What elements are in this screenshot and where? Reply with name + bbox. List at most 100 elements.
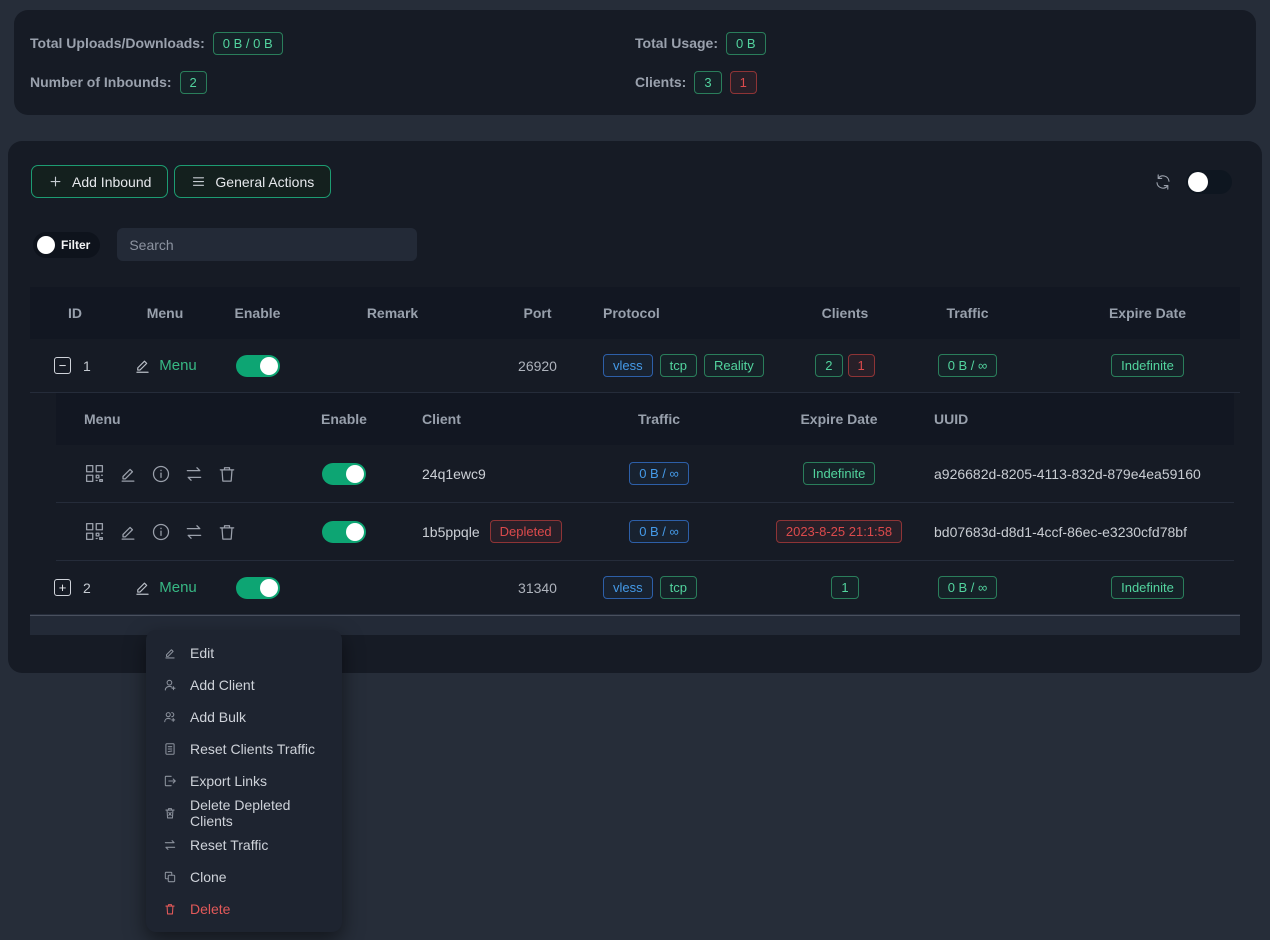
menu-item-edit[interactable]: Edit <box>146 637 342 669</box>
stat-number-of-inbounds: Number of Inbounds: 2 <box>30 71 635 94</box>
inbound-menu-label: Menu <box>159 357 197 374</box>
clients-badges: 2 1 <box>815 354 874 377</box>
refresh-button[interactable] <box>1154 173 1172 191</box>
reset-arrows-icon <box>184 464 204 484</box>
qrcode-icon <box>84 463 105 484</box>
trash-icon <box>163 902 177 916</box>
search-row: Filter <box>33 228 1262 261</box>
client-info-button[interactable] <box>151 464 171 484</box>
client-expire-badge: Indefinite <box>803 462 876 485</box>
add-inbound-button[interactable]: Add Inbound <box>31 165 168 198</box>
reset-client-traffic-button[interactable] <box>184 522 204 542</box>
inbound-port: 31340 <box>480 580 595 596</box>
edit-icon <box>118 522 138 542</box>
qrcode-icon <box>84 521 105 542</box>
filter-label: Filter <box>61 238 90 252</box>
delete-client-button[interactable] <box>217 464 237 484</box>
plus-icon <box>48 174 63 189</box>
info-circle-icon <box>151 464 171 484</box>
client-enable-toggle[interactable] <box>322 521 366 543</box>
toolbar-right <box>1154 170 1232 194</box>
menu-item-label: Reset Clients Traffic <box>190 741 315 757</box>
expire-badge: Indefinite <box>1111 354 1184 377</box>
menu-item-add-bulk[interactable]: Add Bulk <box>146 701 342 733</box>
info-circle-icon <box>151 522 171 542</box>
header-traffic: Traffic <box>880 305 1055 321</box>
clients-count-label: Clients: <box>635 74 686 90</box>
add-inbound-label: Add Inbound <box>72 174 151 190</box>
general-actions-button[interactable]: General Actions <box>174 165 331 198</box>
dark-mode-toggle[interactable] <box>1186 170 1232 194</box>
qrcode-button[interactable] <box>84 463 105 484</box>
stat-total-usage: Total Usage: 0 B <box>635 32 1240 55</box>
traffic-badge: 0 B / ∞ <box>938 576 998 599</box>
reset-icon <box>163 838 177 852</box>
header-id: ID <box>30 305 120 321</box>
inbound-context-menu: Edit Add Client Add Bulk Reset Clients T… <box>146 630 342 932</box>
delete-client-button[interactable] <box>217 522 237 542</box>
toolbar: Add Inbound General Actions <box>8 141 1262 198</box>
menu-item-delete-depleted-clients[interactable]: Delete Depleted Clients <box>146 797 342 829</box>
client-name: 24q1ewc9 <box>422 466 486 482</box>
menu-item-add-client[interactable]: Add Client <box>146 669 342 701</box>
header-remark: Remark <box>305 305 480 321</box>
toggle-knob <box>346 465 364 483</box>
edit-client-button[interactable] <box>118 522 138 542</box>
reset-arrows-icon <box>184 522 204 542</box>
inbound-port: 26920 <box>480 358 595 374</box>
toggle-knob <box>1188 172 1208 192</box>
search-input[interactable] <box>117 228 417 261</box>
qrcode-button[interactable] <box>84 521 105 542</box>
file-reset-icon <box>163 742 177 756</box>
client-traffic-badge: 0 B / ∞ <box>629 520 689 543</box>
protocol-badge-tcp: tcp <box>660 576 697 599</box>
edit-icon <box>163 646 177 660</box>
inbound-row-1: − 1 Menu 26920 vless tcp Reality <box>30 339 1240 393</box>
toolbar-buttons: Add Inbound General Actions <box>31 165 331 198</box>
filter-toggle-knob <box>37 236 55 254</box>
inbound-id: 1 <box>83 358 91 374</box>
client-name: 1b5ppqle <box>422 524 480 540</box>
inbound-enable-toggle[interactable] <box>236 577 280 599</box>
inbound-menu-button[interactable]: Menu <box>133 578 197 597</box>
client-expire-badge: 2023-8-25 21:1:58 <box>776 520 902 543</box>
client-uuid: bd07683d-d8d1-4ccf-86ec-e3230cfd78bf <box>934 524 1234 540</box>
protocol-badge-vless: vless <box>603 576 653 599</box>
client-info-button[interactable] <box>151 522 171 542</box>
menu-item-label: Add Client <box>190 677 255 693</box>
sub-header-traffic: Traffic <box>574 411 744 427</box>
menu-item-delete[interactable]: Delete <box>146 893 342 925</box>
sub-header-menu: Menu <box>84 411 284 427</box>
protocol-badge-reality: Reality <box>704 354 764 377</box>
table-header-row: ID Menu Enable Remark Port Protocol Clie… <box>30 287 1240 339</box>
menu-item-clone[interactable]: Clone <box>146 861 342 893</box>
inbound-menu-label: Menu <box>159 579 197 596</box>
menu-item-export-links[interactable]: Export Links <box>146 765 342 797</box>
edit-client-button[interactable] <box>118 464 138 484</box>
inbound-enable-toggle[interactable] <box>236 355 280 377</box>
menu-item-reset-traffic[interactable]: Reset Traffic <box>146 829 342 861</box>
client-row-1: 24q1ewc9 0 B / ∞ Indefinite a926682d-820… <box>56 445 1234 503</box>
stat-total-uploads: Total Uploads/Downloads: 0 B / 0 B <box>30 32 635 55</box>
reset-client-traffic-button[interactable] <box>184 464 204 484</box>
filter-toggle[interactable]: Filter <box>33 232 100 258</box>
clone-icon <box>163 870 177 884</box>
traffic-badge: 0 B / ∞ <box>938 354 998 377</box>
edit-icon <box>133 578 152 597</box>
trash-icon <box>217 464 237 484</box>
sub-header-client: Client <box>404 411 574 427</box>
clients-active-badge: 3 <box>694 71 721 94</box>
inbound-row-2: + 2 Menu 31340 vless tcp <box>30 561 1240 615</box>
menu-item-label: Edit <box>190 645 214 661</box>
user-add-icon <box>163 678 177 692</box>
header-enable: Enable <box>210 305 305 321</box>
inbound-menu-button[interactable]: Menu <box>133 356 197 375</box>
collapse-row-button[interactable]: − <box>54 357 71 374</box>
protocol-badge-tcp: tcp <box>660 354 697 377</box>
expand-row-button[interactable]: + <box>54 579 71 596</box>
sub-header-enable: Enable <box>284 411 404 427</box>
menu-item-reset-clients-traffic[interactable]: Reset Clients Traffic <box>146 733 342 765</box>
inbounds-count-value: 2 <box>180 71 207 94</box>
client-enable-toggle[interactable] <box>322 463 366 485</box>
subtable-header-row: Menu Enable Client Traffic Expire Date U… <box>56 393 1234 445</box>
